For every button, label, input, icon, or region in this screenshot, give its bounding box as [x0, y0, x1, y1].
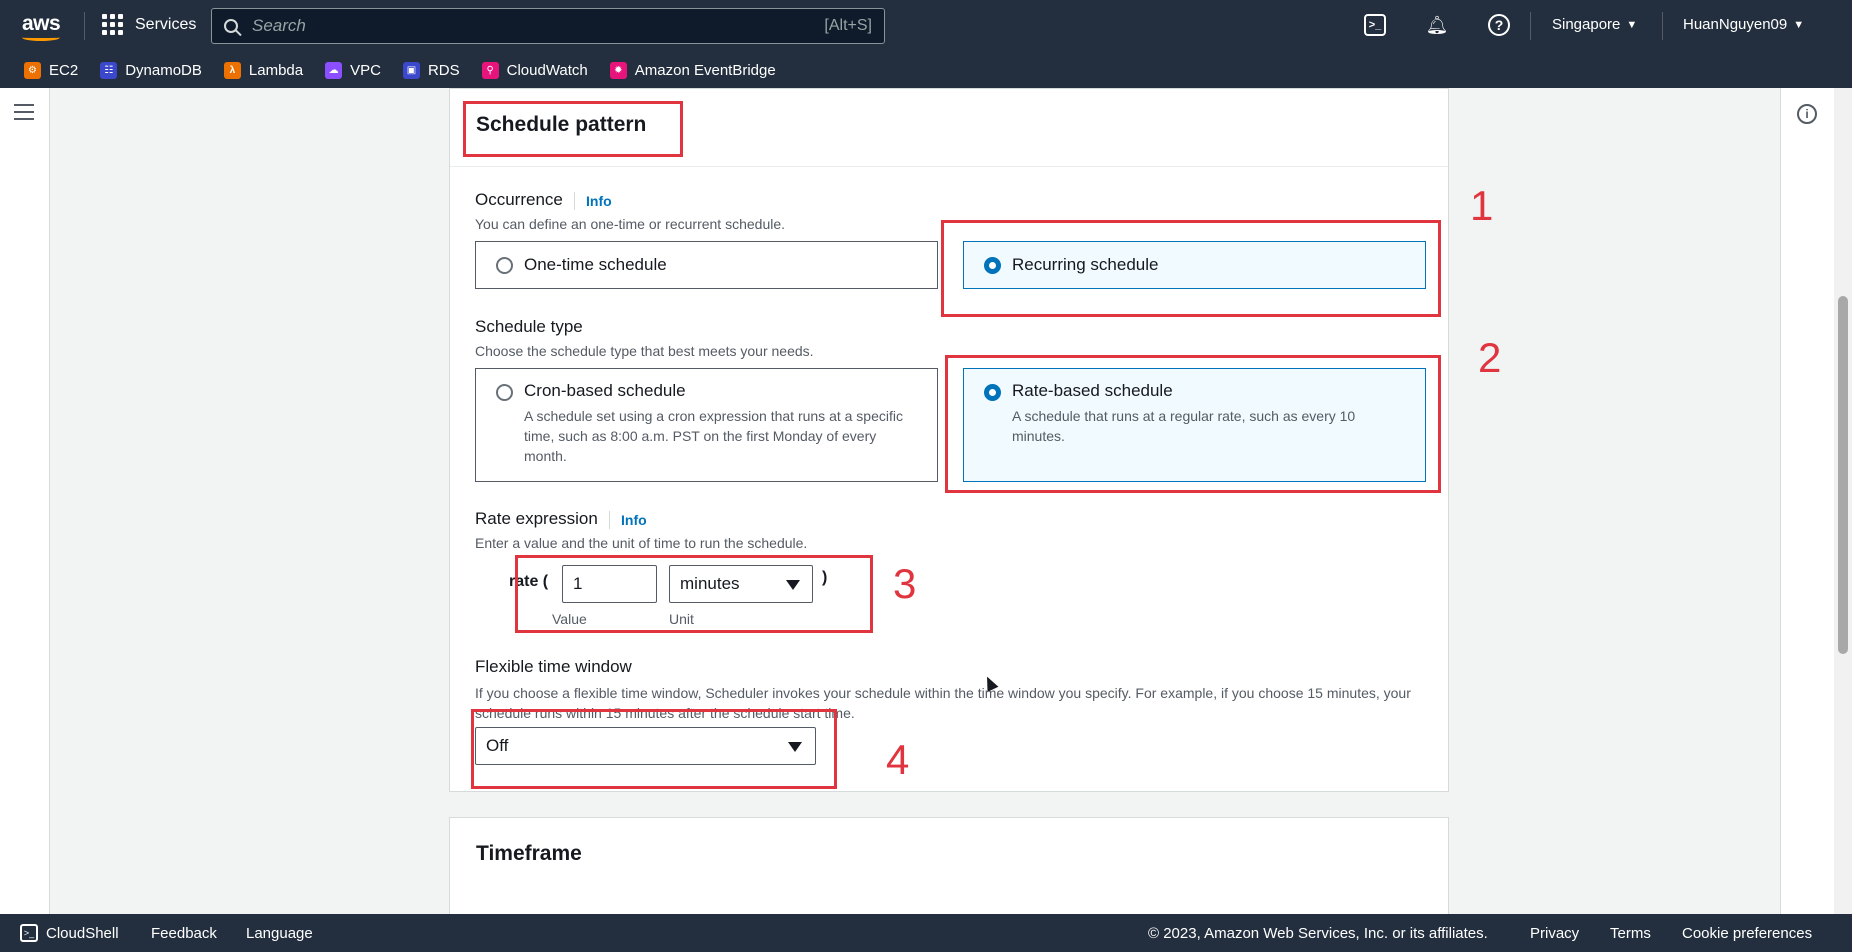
info-panel-icon[interactable]: i: [1797, 104, 1817, 124]
schedule-type-description: Choose the schedule type that best meets…: [475, 343, 814, 359]
hamburger-menu-icon[interactable]: [14, 104, 34, 125]
favorite-label: EC2: [49, 61, 79, 79]
panel-title: Timeframe: [476, 842, 582, 865]
aws-logo[interactable]: aws: [22, 12, 61, 36]
search-icon: [224, 19, 238, 33]
favorite-lambda[interactable]: λ Lambda: [223, 61, 304, 79]
annotation-box-2: [945, 355, 1441, 493]
one-time-schedule-option[interactable]: One-time schedule: [475, 241, 938, 289]
option-label: One-time schedule: [524, 255, 667, 274]
help-icon[interactable]: ?: [1488, 14, 1510, 36]
caret-down-icon: ▼: [1793, 18, 1805, 31]
nav-divider: [84, 12, 85, 40]
services-menu-button[interactable]: Services: [102, 14, 196, 35]
scrollbar-thumb[interactable]: [1838, 296, 1848, 654]
vpc-icon: ☁: [325, 61, 343, 79]
cron-radio[interactable]: [496, 384, 513, 401]
favorite-label: DynamoDB: [125, 61, 202, 79]
occurrence-info-link[interactable]: Info: [586, 193, 612, 209]
left-navigation-rail: [0, 88, 50, 914]
terms-link[interactable]: Terms: [1610, 925, 1651, 942]
annotation-number-4: 4: [886, 736, 910, 783]
favorite-vpc[interactable]: ☁ VPC: [325, 61, 381, 79]
favorite-label: RDS: [427, 61, 460, 79]
nav-divider: [1662, 12, 1663, 40]
language-link[interactable]: Language: [246, 925, 313, 942]
rate-expression-info-link[interactable]: Info: [621, 512, 647, 528]
annotation-box-1: [941, 220, 1441, 317]
timeframe-panel: Timeframe: [449, 817, 1449, 917]
favorite-label: Lambda: [248, 61, 304, 79]
copyright-text: © 2023, Amazon Web Services, Inc. or its…: [1148, 925, 1488, 942]
cloudwatch-icon: ⚲: [481, 61, 499, 79]
aws-logo-smile: [22, 34, 60, 41]
page-scrollbar[interactable]: [1834, 88, 1852, 914]
option-description: A schedule set using a cron expression t…: [524, 408, 903, 464]
favorite-rds[interactable]: ▣ RDS: [402, 61, 460, 79]
favorite-label: Amazon EventBridge: [634, 61, 776, 79]
favorite-label: CloudWatch: [506, 61, 588, 79]
favorite-label: VPC: [350, 61, 381, 79]
cron-based-schedule-option[interactable]: Cron-based schedule A schedule set using…: [475, 368, 938, 482]
cloudshell-icon[interactable]: >_: [1364, 14, 1386, 36]
search-bar[interactable]: [Alt+S]: [211, 8, 885, 44]
favorites-bar: ⚙ EC2 ☷ DynamoDB λ Lambda ☁ VPC ▣ RDS ⚲ …: [0, 52, 1852, 88]
option-label: Cron-based schedule: [524, 381, 686, 400]
region-label: Singapore: [1552, 16, 1621, 33]
schedule-type-label: Schedule type: [475, 317, 583, 336]
favorite-ec2[interactable]: ⚙ EC2: [24, 61, 79, 79]
annotation-number-2: 2: [1478, 334, 1502, 381]
region-selector[interactable]: Singapore ▼: [1552, 16, 1637, 33]
occurrence-label: Occurrence: [475, 190, 563, 209]
favorite-dynamodb[interactable]: ☷ DynamoDB: [100, 61, 202, 79]
info-separator: [574, 192, 575, 210]
right-tools-rail: i: [1780, 88, 1834, 914]
info-separator: [609, 511, 610, 529]
favorite-eventbridge[interactable]: ✹ Amazon EventBridge: [609, 61, 776, 79]
annotation-box-3: [515, 555, 873, 633]
footer: >_ CloudShell Feedback Language © 2023, …: [0, 914, 1852, 952]
rds-icon: ▣: [402, 61, 420, 79]
flexible-window-label: Flexible time window: [475, 657, 632, 676]
caret-down-icon: ▼: [1626, 18, 1638, 31]
nav-divider: [1530, 12, 1531, 40]
ec2-icon: ⚙: [24, 61, 41, 79]
annotation-number-1: 1: [1470, 182, 1494, 229]
one-time-radio[interactable]: [496, 257, 513, 274]
search-shortcut-hint: [Alt+S]: [824, 17, 872, 34]
annotation-number-3: 3: [893, 560, 917, 607]
cloudshell-icon: >_: [20, 924, 38, 942]
lambda-icon: λ: [223, 61, 241, 79]
annotation-box-4: [471, 709, 837, 789]
search-input[interactable]: [252, 16, 825, 36]
account-menu[interactable]: HuanNguyen09 ▼: [1683, 16, 1804, 33]
feedback-link[interactable]: Feedback: [151, 925, 217, 942]
top-navigation: aws Services [Alt+S] >_ 🔔︎ ? Singapore ▼…: [0, 0, 1852, 52]
cloudshell-link[interactable]: CloudShell: [46, 925, 119, 942]
favorite-cloudwatch[interactable]: ⚲ CloudWatch: [481, 61, 588, 79]
notifications-bell-icon[interactable]: 🔔︎: [1426, 14, 1449, 36]
dynamodb-icon: ☷: [100, 61, 118, 79]
privacy-link[interactable]: Privacy: [1530, 925, 1579, 942]
rate-expression-description: Enter a value and the unit of time to ru…: [475, 535, 808, 551]
services-label: Services: [135, 15, 197, 33]
annotation-box-title: [463, 101, 683, 157]
services-grid-icon: [102, 14, 123, 35]
rate-expression-label: Rate expression: [475, 509, 598, 528]
cookie-preferences-link[interactable]: Cookie preferences: [1682, 925, 1812, 942]
eventbridge-icon: ✹: [609, 61, 627, 79]
username-label: HuanNguyen09: [1683, 16, 1788, 33]
occurrence-description: You can define an one-time or recurrent …: [475, 216, 786, 232]
